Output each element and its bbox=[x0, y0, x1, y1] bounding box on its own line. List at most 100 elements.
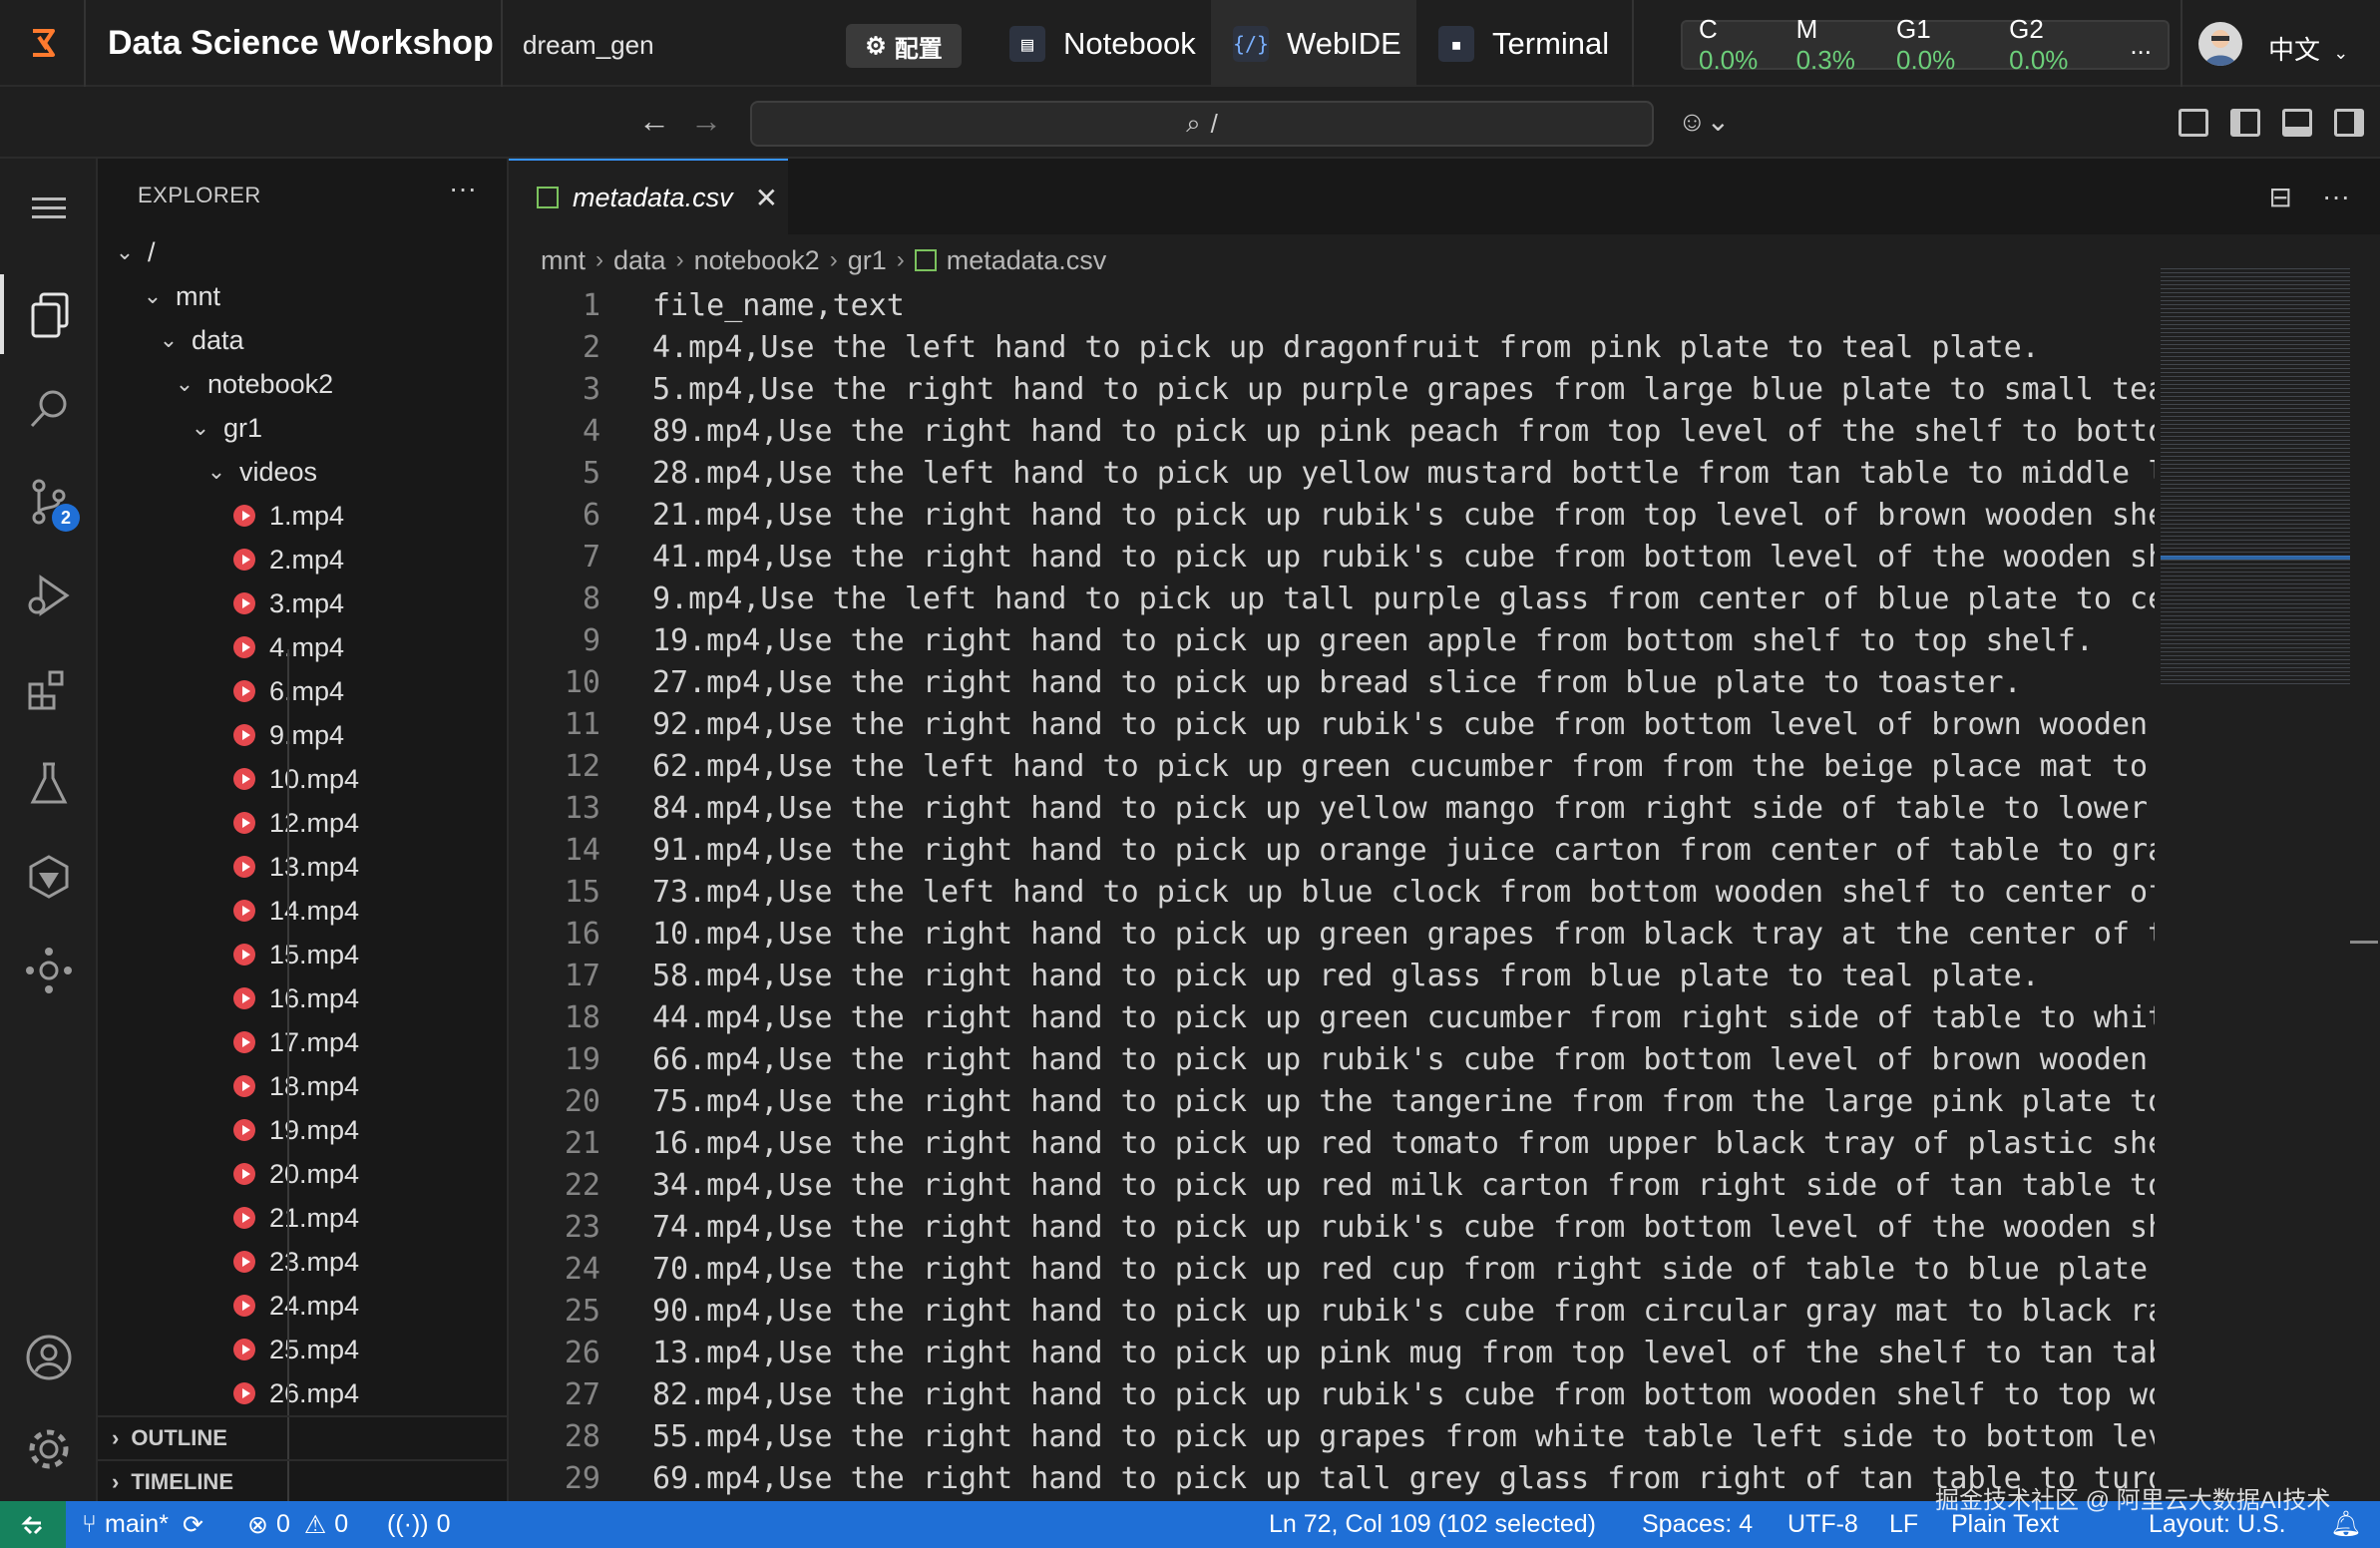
timeline-section[interactable]: › TIMELINE bbox=[98, 1459, 509, 1503]
tree-file[interactable]: 6.mp4 bbox=[98, 669, 509, 713]
tab-notebook[interactable]: ▤ Notebook bbox=[988, 0, 1218, 87]
line-ending[interactable]: LF bbox=[1889, 1501, 1918, 1548]
tab-terminal[interactable]: ▪ Terminal bbox=[1416, 0, 1631, 87]
code-line[interactable]: 26 13.mp4,Use the right hand to pick up p… bbox=[509, 1332, 2155, 1373]
tree-file[interactable]: 19.mp4 bbox=[98, 1108, 509, 1152]
code-line[interactable]: 23 74.mp4,Use the right hand to pick up r… bbox=[509, 1206, 2155, 1248]
breadcrumb-data[interactable]: data bbox=[613, 245, 666, 276]
ai-assistant-icon[interactable] bbox=[0, 837, 98, 917]
problems-indicator[interactable]: ⊗ 0 ⚠ 0 bbox=[247, 1501, 348, 1548]
back-arrow-icon[interactable]: ← bbox=[638, 103, 670, 140]
tree-folder[interactable]: ⌄ notebook2 bbox=[98, 362, 509, 406]
brand-logo-icon[interactable] bbox=[18, 18, 68, 68]
code-line[interactable]: 7 41.mp4,Use the right hand to pick up ru… bbox=[509, 536, 2155, 578]
resources-more[interactable]: ... bbox=[2130, 30, 2152, 61]
close-icon[interactable]: ✕ bbox=[755, 182, 778, 214]
tree-file[interactable]: 14.mp4 bbox=[98, 889, 509, 933]
forward-arrow-icon[interactable]: → bbox=[690, 103, 722, 140]
outline-section[interactable]: › OUTLINE bbox=[98, 1415, 509, 1459]
extensions-icon[interactable] bbox=[0, 649, 98, 729]
copilot-icon[interactable]: ☺⌄ bbox=[1678, 105, 1730, 138]
code-line[interactable]: 21 16.mp4,Use the right hand to pick up r… bbox=[509, 1122, 2155, 1164]
tree-file[interactable]: 26.mp4 bbox=[98, 1371, 509, 1415]
code-line[interactable]: 19 66.mp4,Use the right hand to pick up r… bbox=[509, 1038, 2155, 1080]
tree-file[interactable]: 9.mp4 bbox=[98, 713, 509, 757]
tree-file[interactable]: 25.mp4 bbox=[98, 1328, 509, 1371]
tree-folder[interactable]: ⌄ mnt bbox=[98, 274, 509, 318]
tree-folder[interactable]: ⌄ data bbox=[98, 318, 509, 362]
avatar[interactable] bbox=[2198, 22, 2242, 66]
code-line[interactable]: 12 62.mp4,Use the left hand to pick up gr… bbox=[509, 745, 2155, 787]
remote-indicator-icon[interactable] bbox=[0, 1501, 66, 1548]
tree-folder[interactable]: ⌄ gr1 bbox=[98, 406, 509, 450]
minimap[interactable] bbox=[2161, 268, 2350, 687]
tree-file[interactable]: 10.mp4 bbox=[98, 757, 509, 801]
tree-file[interactable]: 20.mp4 bbox=[98, 1152, 509, 1196]
code-line[interactable]: 1 file_name,text bbox=[509, 284, 2155, 326]
tree-folder[interactable]: ⌄ / bbox=[98, 230, 509, 274]
tree-file[interactable]: 12.mp4 bbox=[98, 801, 509, 845]
tree-file[interactable]: 2.mp4 bbox=[98, 538, 509, 581]
code-line[interactable]: 6 21.mp4,Use the right hand to pick up ru… bbox=[509, 494, 2155, 536]
tree-file[interactable]: 21.mp4 bbox=[98, 1196, 509, 1240]
code-line[interactable]: 2 4.mp4,Use the left hand to pick up drag… bbox=[509, 326, 2155, 368]
code-line[interactable]: 20 75.mp4,Use the right hand to pick up t… bbox=[509, 1080, 2155, 1122]
code-line[interactable]: 13 84.mp4,Use the right hand to pick up y… bbox=[509, 787, 2155, 829]
tree-file[interactable]: 13.mp4 bbox=[98, 845, 509, 889]
tree-file[interactable]: 17.mp4 bbox=[98, 1020, 509, 1064]
code-line[interactable]: 4 89.mp4,Use the right hand to pick up pi… bbox=[509, 410, 2155, 452]
toggle-panel-icon[interactable] bbox=[2282, 109, 2312, 137]
minimap-viewport[interactable] bbox=[2161, 556, 2350, 560]
code-line[interactable]: 10 27.mp4,Use the right hand to pick up b… bbox=[509, 661, 2155, 703]
code-line[interactable]: 28 55.mp4,Use the right hand to pick up g… bbox=[509, 1415, 2155, 1457]
code-line[interactable]: 17 58.mp4,Use the right hand to pick up r… bbox=[509, 955, 2155, 996]
explorer-more-icon[interactable]: ··· bbox=[449, 173, 477, 204]
breadcrumb-notebook2[interactable]: notebook2 bbox=[694, 245, 820, 276]
code-line[interactable]: 24 70.mp4,Use the right hand to pick up r… bbox=[509, 1248, 2155, 1290]
code-line[interactable]: 9 19.mp4,Use the right hand to pick up gr… bbox=[509, 619, 2155, 661]
git-branch[interactable]: ⑂ main* ⟳ bbox=[82, 1501, 203, 1548]
account-icon[interactable] bbox=[0, 1318, 98, 1397]
ports-indicator[interactable]: ((·)) 0 bbox=[387, 1501, 451, 1548]
tree-file[interactable]: 16.mp4 bbox=[98, 976, 509, 1020]
tree-file[interactable]: 24.mp4 bbox=[98, 1284, 509, 1328]
tree-file[interactable]: 4.mp4 bbox=[98, 625, 509, 669]
notifications-bell-icon[interactable]: 🔔︎ bbox=[2330, 1501, 2362, 1548]
config-button[interactable]: ⚙ 配置 bbox=[846, 24, 962, 68]
toggle-sidebar-icon[interactable] bbox=[2230, 109, 2260, 137]
code-editor[interactable]: 1 file_name,text 2 4.mp4,Use the left hand … bbox=[509, 284, 2155, 1501]
breadcrumb-gr1[interactable]: gr1 bbox=[848, 245, 887, 276]
code-line[interactable]: 29 69.mp4,Use the right hand to pick up t… bbox=[509, 1457, 2155, 1499]
tree-file[interactable]: 1.mp4 bbox=[98, 494, 509, 538]
tree-file[interactable]: 15.mp4 bbox=[98, 933, 509, 976]
tree-file[interactable]: 23.mp4 bbox=[98, 1240, 509, 1284]
menu-icon[interactable] bbox=[0, 169, 98, 248]
code-line[interactable]: 11 92.mp4,Use the right hand to pick up r… bbox=[509, 703, 2155, 745]
code-line[interactable]: 25 90.mp4,Use the right hand to pick up r… bbox=[509, 1290, 2155, 1332]
breadcrumb-file[interactable]: metadata.csv bbox=[947, 245, 1107, 276]
project-name[interactable]: dream_gen bbox=[523, 30, 654, 61]
cursor-position[interactable]: Ln 72, Col 109 (102 selected) bbox=[1269, 1501, 1596, 1548]
code-line[interactable]: 27 82.mp4,Use the right hand to pick up r… bbox=[509, 1373, 2155, 1415]
code-line[interactable]: 22 34.mp4,Use the right hand to pick up r… bbox=[509, 1164, 2155, 1206]
code-line[interactable]: 14 91.mp4,Use the right hand to pick up o… bbox=[509, 829, 2155, 871]
customize-layout-icon[interactable] bbox=[2179, 109, 2208, 137]
tree-file[interactable]: 3.mp4 bbox=[98, 581, 509, 625]
resource-monitor[interactable]: C 0.0% M 0.3% G1 0.0% G2 0.0% ... bbox=[1681, 14, 2170, 75]
editor-tab-metadata[interactable]: metadata.csv ✕ bbox=[509, 159, 788, 234]
tree-folder[interactable]: ⌄ videos bbox=[98, 450, 509, 494]
explorer-icon[interactable] bbox=[0, 274, 98, 354]
language-switcher[interactable]: 中文 ⌄ bbox=[2268, 30, 2348, 67]
code-line[interactable]: 3 5.mp4,Use the right hand to pick up pur… bbox=[509, 368, 2155, 410]
tree-file[interactable]: 18.mp4 bbox=[98, 1064, 509, 1108]
tab-webide[interactable]: {/} WebIDE bbox=[1211, 0, 1416, 87]
graph-icon[interactable] bbox=[0, 931, 98, 1010]
sync-icon[interactable]: ⟳ bbox=[183, 1510, 203, 1540]
search-icon[interactable] bbox=[0, 368, 98, 448]
editor-more-icon[interactable]: ··· bbox=[2322, 181, 2350, 213]
indentation[interactable]: Spaces: 4 bbox=[1642, 1501, 1753, 1548]
encoding[interactable]: UTF-8 bbox=[1787, 1501, 1858, 1548]
code-line[interactable]: 8 9.mp4,Use the left hand to pick up tall… bbox=[509, 578, 2155, 619]
code-line[interactable]: 18 44.mp4,Use the right hand to pick up g… bbox=[509, 996, 2155, 1038]
run-debug-icon[interactable] bbox=[0, 556, 98, 635]
